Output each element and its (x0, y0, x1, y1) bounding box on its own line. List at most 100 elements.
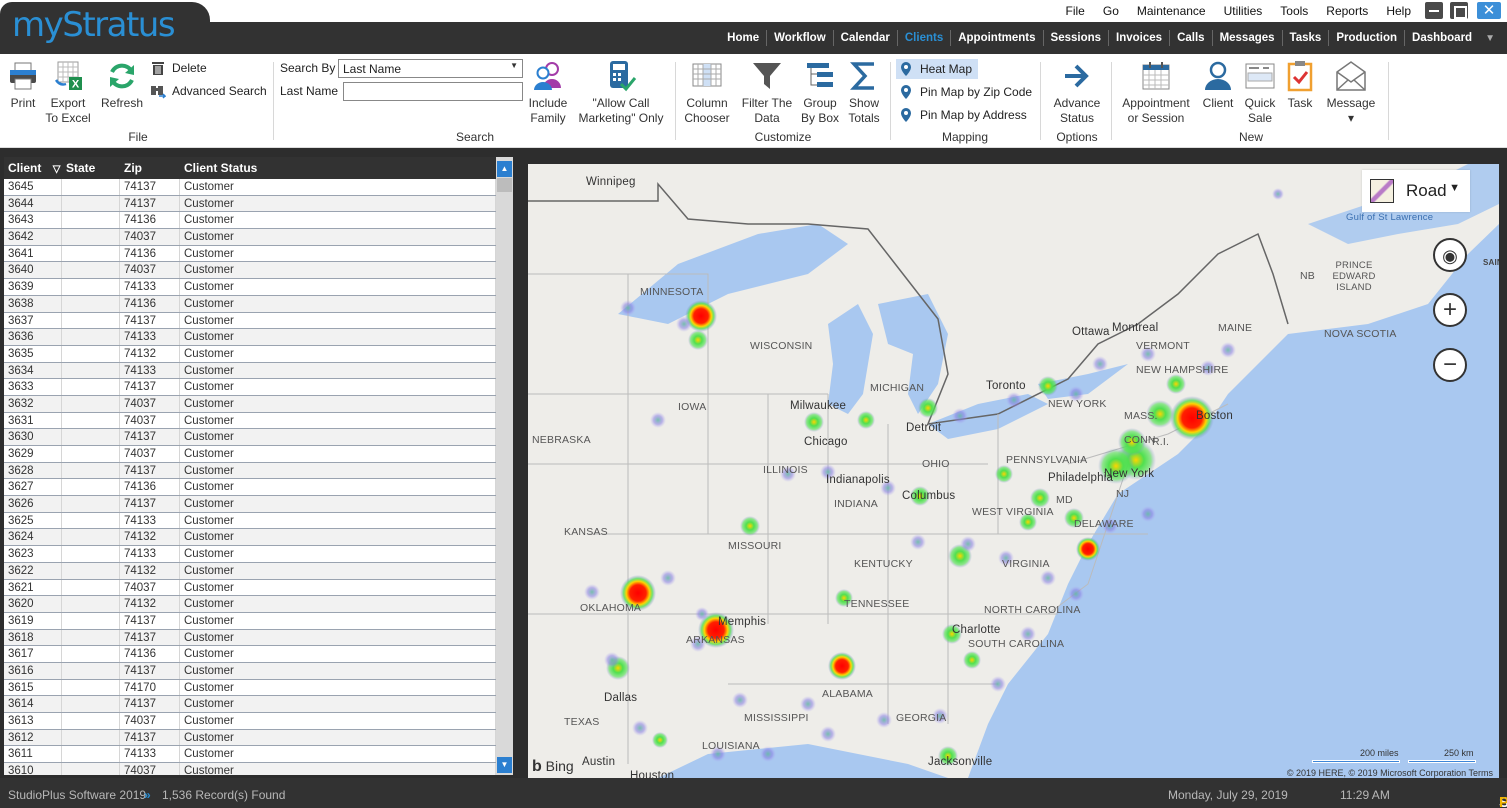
table-row[interactable]: 3620 74132 Customer (4, 596, 496, 613)
table-row[interactable]: 3627 74136 Customer (4, 479, 496, 497)
pin-map-zip-button[interactable]: Pin Map by Zip Code (898, 84, 1032, 100)
table-row[interactable]: 3640 74037 Customer (4, 262, 496, 280)
table-row[interactable]: 3621 74037 Customer (4, 579, 496, 597)
menu-file[interactable]: File (1066, 4, 1085, 18)
new-client-button[interactable]: Client (1200, 60, 1236, 111)
table-row[interactable]: 3645 74137 Customer (4, 179, 496, 196)
table-row[interactable]: 3632 74037 Customer (4, 395, 496, 413)
menu-help[interactable]: Help (1386, 4, 1411, 18)
allow-call-marketing-button[interactable]: "Allow Call Marketing" Only (576, 60, 666, 126)
print-button[interactable]: Print (6, 60, 40, 111)
column-header-client[interactable]: Client ▽ (4, 161, 62, 175)
pin-map-address-button[interactable]: Pin Map by Address (898, 107, 1027, 123)
table-row[interactable]: 3629 74037 Customer (4, 446, 496, 463)
table-row[interactable]: 3633 74137 Customer (4, 379, 496, 396)
export-excel-button[interactable]: X Export To Excel (44, 60, 92, 126)
new-task-button[interactable]: Task (1284, 60, 1316, 111)
table-row[interactable]: 3615 74170 Customer (4, 679, 496, 697)
locate-me-button[interactable]: ◉ (1433, 238, 1467, 272)
table-row[interactable]: 3628 74137 Customer (4, 462, 496, 480)
group-by-box-button[interactable]: Group By Box (798, 60, 842, 126)
table-row[interactable]: 3611 74133 Customer (4, 746, 496, 764)
table-row[interactable]: 3644 74137 Customer (4, 195, 496, 213)
new-appointment-button[interactable]: Appointment or Session (1118, 60, 1194, 126)
nav-sessions[interactable]: Sessions (1042, 30, 1109, 46)
menu-utilities[interactable]: Utilities (1224, 4, 1263, 18)
delete-button[interactable]: Delete (150, 60, 207, 76)
table-row[interactable]: 3642 74037 Customer (4, 229, 496, 246)
nav-appointments[interactable]: Appointments (950, 30, 1042, 46)
nav-home[interactable]: Home (720, 30, 766, 46)
new-message-button[interactable]: Message ▾ (1324, 60, 1378, 126)
message-dropdown-icon[interactable]: ▾ (1324, 111, 1378, 126)
nav-more-icon[interactable]: ▼ (1485, 33, 1495, 44)
table-row[interactable]: 3639 74133 Customer (4, 279, 496, 296)
table-row[interactable]: 3613 74037 Customer (4, 713, 496, 730)
table-row[interactable]: 3636 74133 Customer (4, 329, 496, 346)
zoom-in-button[interactable]: + (1433, 293, 1467, 327)
table-row[interactable]: 3616 74137 Customer (4, 662, 496, 680)
last-name-input[interactable] (343, 82, 523, 101)
sort-icon[interactable]: ▽ (53, 164, 61, 175)
nav-production[interactable]: Production (1328, 30, 1404, 46)
column-header-state[interactable]: State (62, 161, 120, 175)
table-row[interactable]: 3617 74136 Customer (4, 646, 496, 663)
column-header-client-status[interactable]: Client Status (180, 161, 496, 175)
map-copyright[interactable]: © 2019 HERE, © 2019 Microsoft Corporatio… (1287, 768, 1493, 778)
column-header-zip[interactable]: Zip (120, 161, 180, 175)
table-row[interactable]: 3634 74133 Customer (4, 362, 496, 380)
scroll-thumb[interactable] (497, 178, 512, 192)
table-row[interactable]: 3637 74137 Customer (4, 312, 496, 330)
nav-messages[interactable]: Messages (1211, 30, 1282, 46)
show-totals-button[interactable]: Show Totals (844, 60, 884, 126)
include-family-button[interactable]: Include Family (526, 60, 570, 126)
map-style-selector[interactable]: Road ▼ (1362, 170, 1470, 212)
nav-calendar[interactable]: Calendar (832, 30, 897, 46)
table-row[interactable]: 3625 74133 Customer (4, 512, 496, 530)
advanced-search-button[interactable]: Advanced Search (150, 83, 267, 99)
table-row[interactable]: 3630 74137 Customer (4, 429, 496, 446)
scroll-down-icon[interactable]: ▼ (497, 757, 512, 773)
table-row[interactable]: 3626 74137 Customer (4, 496, 496, 513)
table-row[interactable]: 3619 74137 Customer (4, 612, 496, 630)
nav-dashboard[interactable]: Dashboard (1404, 30, 1479, 46)
scroll-up-icon[interactable]: ▲ (497, 161, 512, 177)
table-row[interactable]: 3638 74136 Customer (4, 295, 496, 313)
minimize-button[interactable] (1425, 2, 1443, 19)
menu-tools[interactable]: Tools (1280, 4, 1308, 18)
table-row[interactable]: 3643 74136 Customer (4, 212, 496, 230)
filter-data-button[interactable]: Filter The Data (740, 60, 794, 126)
table-row[interactable]: 3618 74137 Customer (4, 629, 496, 647)
table-row[interactable]: 3614 74137 Customer (4, 696, 496, 713)
restore-button[interactable] (1450, 2, 1468, 19)
table-row[interactable]: 3635 74132 Customer (4, 345, 496, 363)
table-row[interactable]: 3623 74133 Customer (4, 546, 496, 563)
table-row[interactable]: 3624 74132 Customer (4, 529, 496, 547)
search-by-select[interactable]: Last Name ▼ (338, 59, 523, 78)
table-row[interactable]: 3610 74037 Customer (4, 763, 496, 775)
nav-tasks[interactable]: Tasks (1281, 30, 1329, 46)
grid-scrollbar[interactable]: ▲ ▼ (496, 157, 513, 775)
map-state-label: MASS. (1124, 410, 1158, 422)
refresh-button[interactable]: Refresh (100, 60, 144, 111)
table-row[interactable]: 3631 74037 Customer (4, 412, 496, 430)
menu-reports[interactable]: Reports (1326, 4, 1368, 18)
heat-map[interactable]: MINNESOTA WISCONSIN IOWA NEBRASKA ILLINOIS IN… (528, 164, 1499, 778)
nav-workflow[interactable]: Workflow (766, 30, 833, 46)
map-canvas[interactable] (528, 164, 1499, 778)
column-chooser-button[interactable]: Column Chooser (682, 60, 732, 126)
table-row[interactable]: 3612 74137 Customer (4, 729, 496, 747)
advance-status-button[interactable]: Advance Status (1050, 60, 1104, 126)
nav-invoices[interactable]: Invoices (1108, 30, 1169, 46)
table-row[interactable]: 3622 74132 Customer (4, 562, 496, 580)
menu-go[interactable]: Go (1103, 4, 1119, 18)
zoom-out-button[interactable]: − (1433, 348, 1467, 382)
nav-calls[interactable]: Calls (1169, 30, 1212, 46)
close-button[interactable]: ✕ (1477, 2, 1501, 19)
heat-map-button[interactable]: Heat Map (896, 59, 979, 79)
map-state-label: NOVA SCOTIA (1324, 328, 1397, 340)
menu-maintenance[interactable]: Maintenance (1137, 4, 1206, 18)
table-row[interactable]: 3641 74136 Customer (4, 245, 496, 263)
nav-clients[interactable]: Clients (896, 30, 950, 46)
quick-sale-button[interactable]: Quick Sale (1240, 60, 1280, 126)
